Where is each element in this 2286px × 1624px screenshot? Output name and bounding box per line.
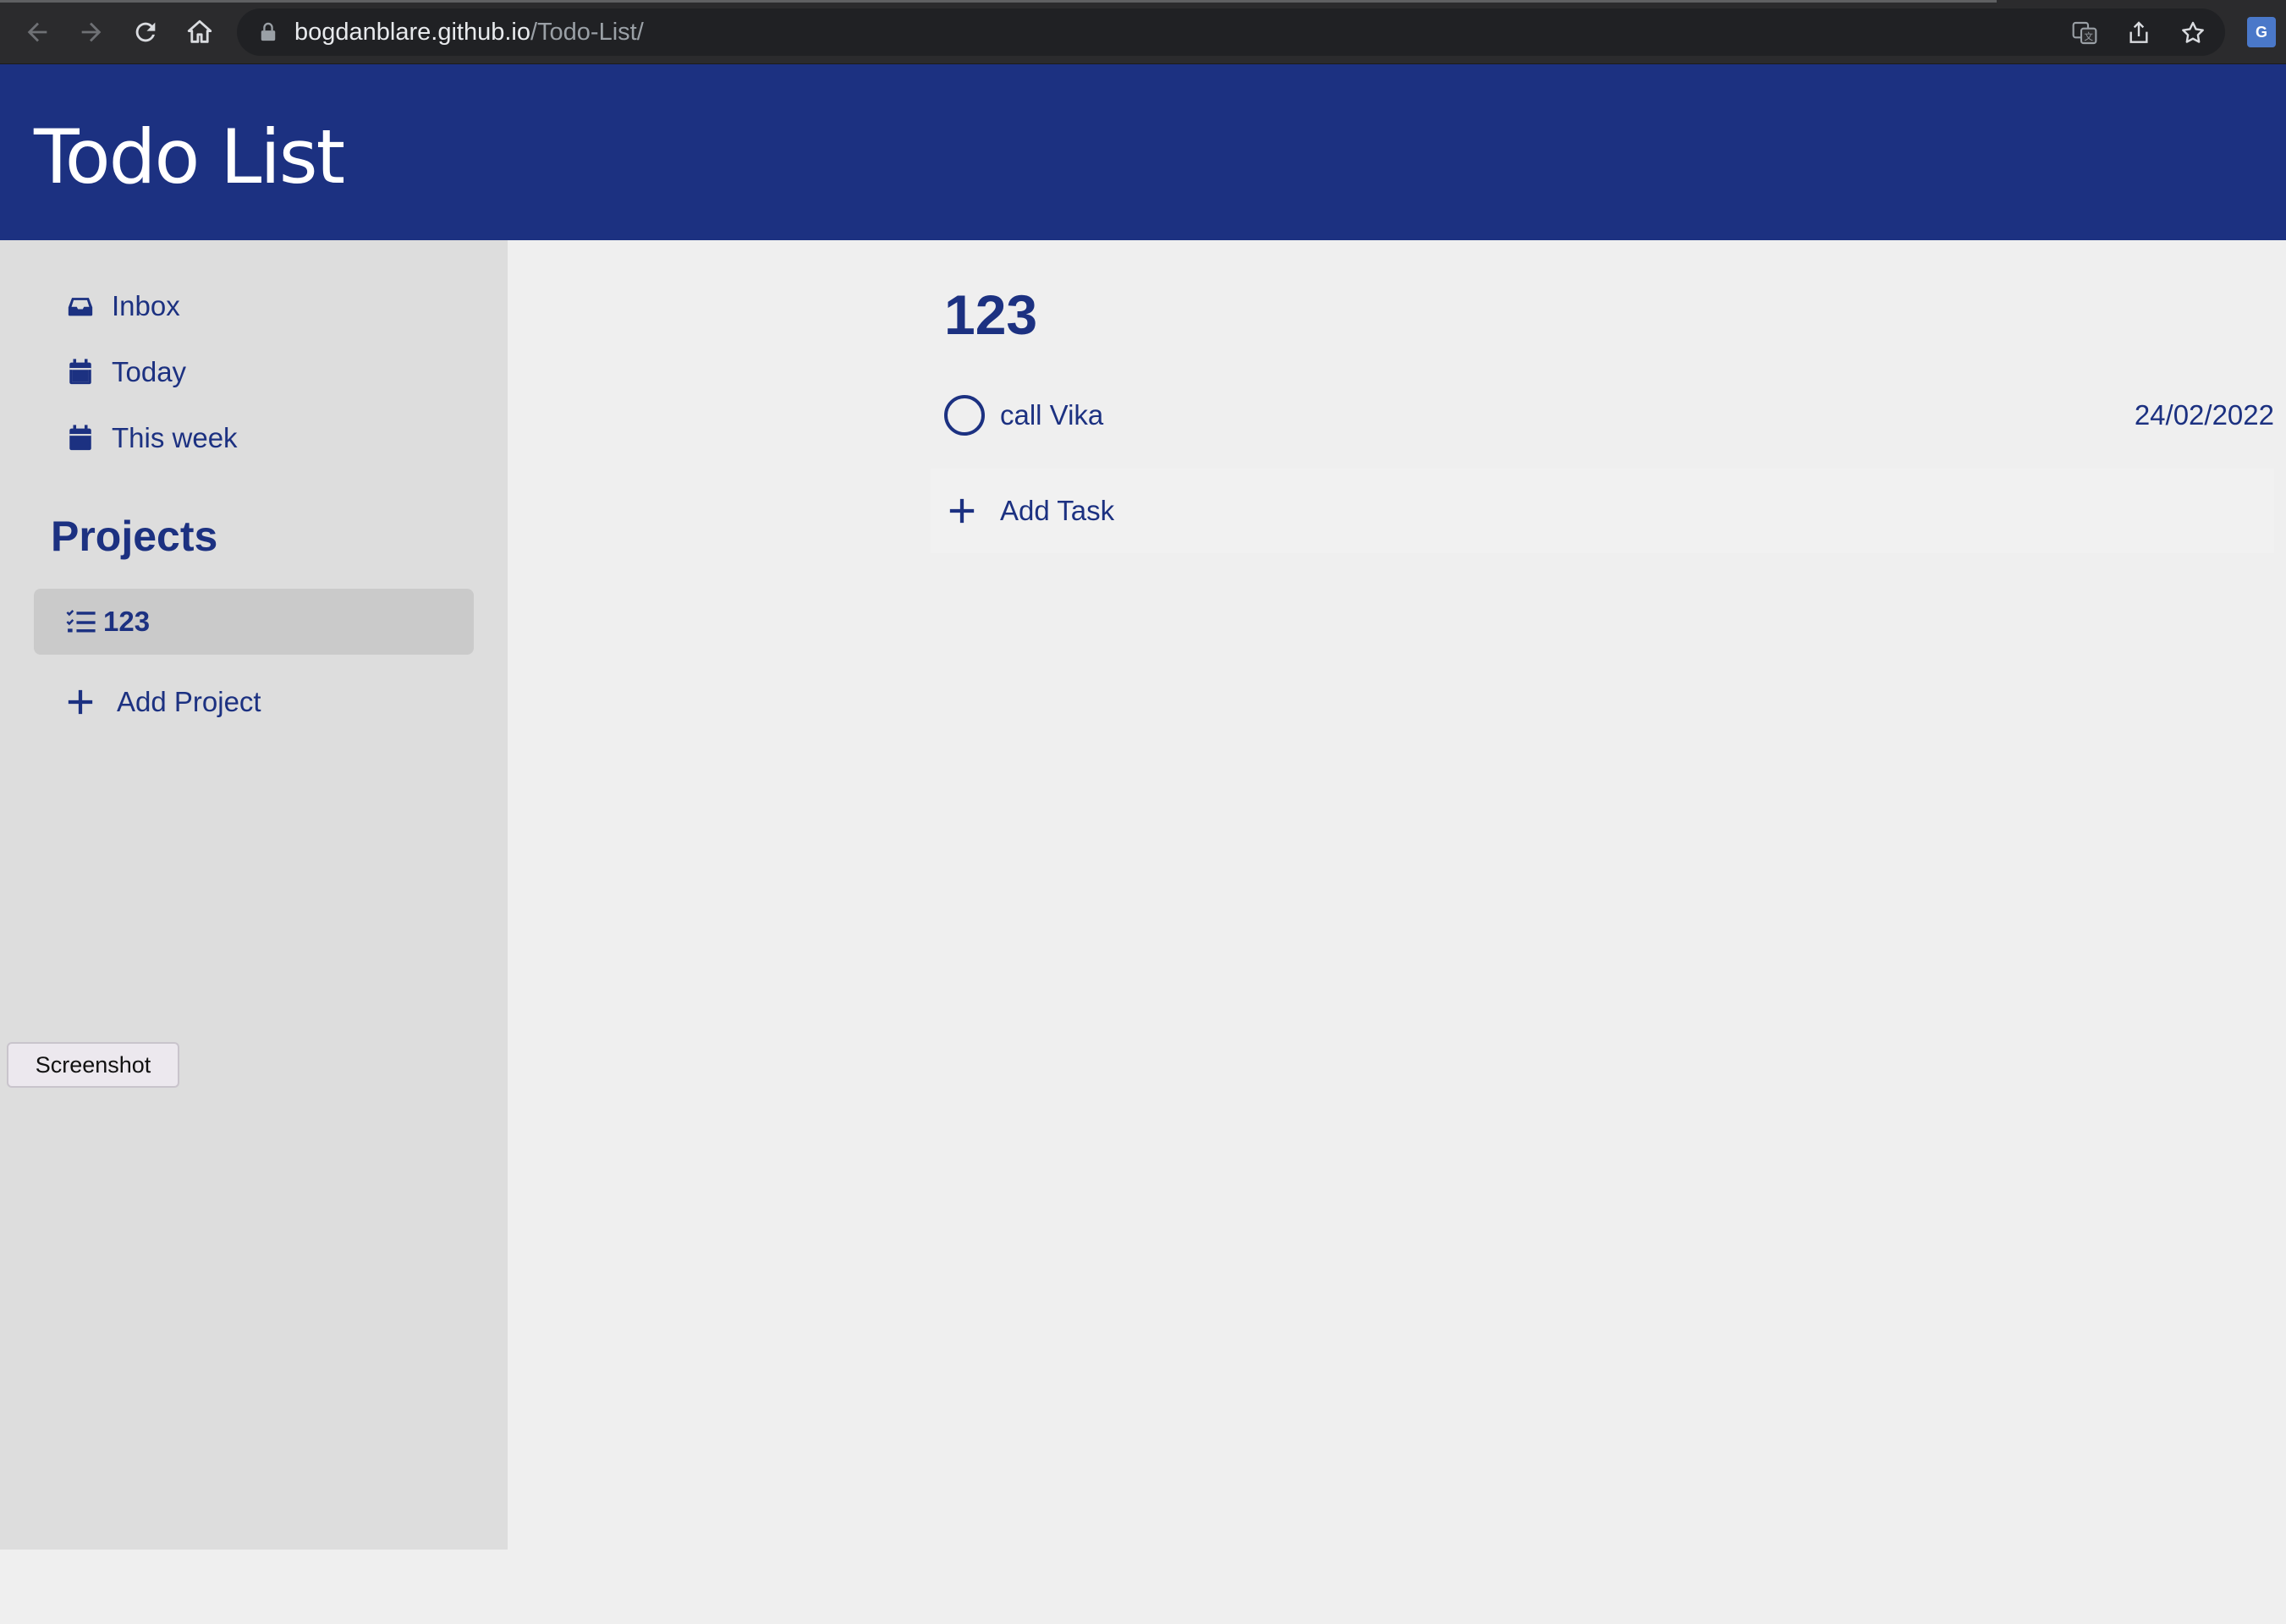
sidebar-item-label: This week [112, 422, 238, 453]
home-button[interactable] [183, 15, 217, 49]
checklist-icon [66, 605, 103, 639]
screenshot-button[interactable]: Screenshot [7, 1042, 179, 1088]
add-project-button[interactable]: Add Project [34, 677, 474, 727]
sidebar: Inbox Today This week Projects 123 Add P… [0, 240, 508, 1550]
task-title[interactable]: call Vika [1000, 399, 1103, 431]
svg-text:文: 文 [2084, 31, 2093, 42]
bookmark-star-icon[interactable] [2179, 19, 2206, 47]
app-header: Todo List [0, 64, 2286, 240]
task-row: call Vika 24/02/2022 [944, 386, 2274, 445]
task-due-date[interactable]: 24/02/2022 [2135, 399, 2274, 431]
calendar-icon [66, 421, 110, 455]
app-title: Todo List [34, 113, 345, 200]
page-load-indicator [0, 0, 1997, 3]
plus-icon [948, 494, 1000, 528]
plus-icon [66, 685, 117, 719]
page-title: 123 [944, 283, 1038, 346]
url-host: bogdanblare.github.io [294, 19, 530, 46]
sidebar-item-label: Today [112, 356, 187, 387]
sidebar-item-this-week[interactable]: This week [34, 413, 474, 464]
sidebar-item-today[interactable]: Today [34, 347, 474, 398]
lock-icon [261, 22, 276, 41]
sidebar-item-inbox[interactable]: Inbox [34, 281, 474, 332]
sidebar-project-123[interactable]: 123 [34, 589, 474, 655]
back-button[interactable] [20, 15, 54, 49]
address-bar[interactable]: bogdanblare.github.io/Todo-List/ 文 [237, 8, 2225, 56]
task-complete-checkbox[interactable] [944, 395, 985, 436]
add-task-label: Add Task [1000, 495, 1115, 526]
url-text: bogdanblare.github.io/Todo-List/ [294, 19, 644, 46]
share-icon[interactable] [2125, 19, 2152, 47]
calendar-icon [66, 355, 110, 389]
url-path: /Todo-List/ [530, 19, 644, 46]
add-task-button[interactable]: Add Task [931, 469, 2274, 553]
sidebar-item-label: Inbox [112, 290, 180, 321]
reload-button[interactable] [129, 15, 162, 49]
project-label: 123 [103, 606, 151, 637]
main-content: 123 call Vika 24/02/2022 Add Task [508, 240, 2286, 1624]
browser-toolbar: bogdanblare.github.io/Todo-List/ 文 G [0, 0, 2286, 64]
forward-button[interactable] [74, 15, 108, 49]
arrow-right-icon [81, 22, 102, 42]
page-bottom [0, 1550, 508, 1624]
translate-extension-icon[interactable]: G [2247, 17, 2276, 47]
reload-icon [135, 22, 156, 42]
home-icon [187, 19, 212, 43]
add-project-label: Add Project [117, 686, 261, 717]
translate-icon[interactable]: 文 [2071, 19, 2098, 47]
projects-heading: Projects [51, 513, 218, 560]
arrow-left-icon [27, 22, 47, 42]
inbox-icon [66, 289, 110, 323]
